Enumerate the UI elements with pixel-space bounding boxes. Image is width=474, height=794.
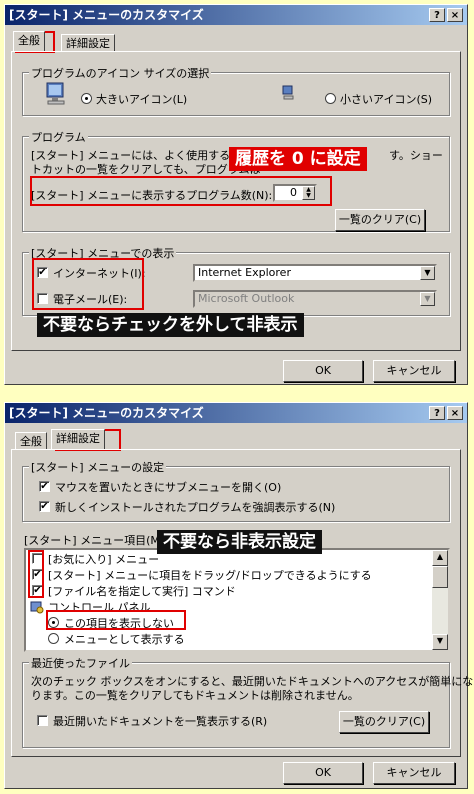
scroll-up-icon[interactable]: ▲ [432, 550, 448, 566]
list-item: [お気に入り] メニュー [48, 553, 160, 566]
show-as-menu-radio[interactable] [48, 633, 59, 644]
tab-advanced-label: 詳細設定 [66, 37, 110, 50]
callout-uncheck: 不要ならチェックを外して非表示 [37, 313, 304, 337]
dialog-top: [スタート] メニューのカスタマイズ ? × 全般 詳細設定 プログラムのアイコ… [4, 4, 468, 385]
tab-advanced-label: 詳細設定 [56, 432, 100, 445]
help-button[interactable]: ? [429, 406, 445, 420]
close-button[interactable]: × [447, 406, 463, 420]
hover-submenu-label: マウスを置いたときにサブメニューを開く(O) [55, 481, 282, 494]
ok-button[interactable]: OK [283, 762, 363, 784]
recent-group: 最近使ったファイル 次のチェック ボックスをオンにすると、最近開いたドキュメント… [22, 655, 473, 748]
chevron-down-icon[interactable]: ▼ [420, 292, 435, 306]
listbox-scrollbar[interactable]: ▲ ▼ [432, 550, 448, 650]
highlight-hide-option [46, 610, 186, 630]
settings-group-label: [スタート] メニューの設定 [29, 459, 167, 475]
highlight-checkboxes [28, 550, 44, 598]
cancel-button[interactable]: キャンセル [373, 360, 455, 382]
highlight-show-items [32, 258, 144, 310]
cancel-button[interactable]: キャンセル [373, 762, 455, 784]
small-icon [281, 85, 295, 101]
recent-docs-label: 最近開いたドキュメントを一覧表示する(R) [53, 715, 268, 728]
small-icons-label: 小さいアイコン(S) [340, 93, 433, 106]
scroll-down-icon[interactable]: ▼ [432, 634, 448, 650]
tab-general[interactable]: 全般 [13, 31, 45, 51]
callout-history: 履歴を 0 に設定 [229, 147, 367, 171]
hover-submenu-checkbox[interactable]: ✔ [39, 481, 50, 492]
highlight-new-checkbox[interactable]: ✔ [39, 501, 50, 512]
settings-group: [スタート] メニューの設定 ✔ マウスを置いたときにサブメニューを開く(O) … [22, 459, 450, 522]
items-label: [スタート] メニュー項目(M): [24, 534, 168, 547]
tab-advanced[interactable]: 詳細設定 [51, 429, 105, 449]
list-item: [スタート] メニューに項目をドラッグ/ドロップできるようにする [48, 569, 372, 582]
close-button[interactable]: × [447, 8, 463, 22]
email-select[interactable]: Microsoft Outlook ▼ [193, 290, 437, 308]
items-listbox[interactable]: [お気に入り] メニュー ✔ [スタート] メニューに項目をドラッグ/ドロップで… [24, 548, 450, 652]
chevron-down-icon[interactable]: ▼ [420, 266, 435, 280]
window-title: [スタート] メニューのカスタマイズ [9, 8, 204, 22]
programs-description-2: トカットの一覧をクリアしても、プログラムは [31, 163, 261, 176]
clear-list-button[interactable]: 一覧のクリア(C) [335, 209, 425, 231]
title-bar: [スタート] メニューのカスタマイズ ? × [5, 5, 467, 25]
callout-hide: 不要なら非表示設定 [157, 530, 322, 554]
tab-panel: プログラムのアイコン サイズの選択 大きいアイコン(L) 小さいアイコン(S) … [11, 51, 461, 351]
dialog-bottom: [スタート] メニューのカスタマイズ ? × 全般 詳細設定 [スタート] メニ… [4, 402, 473, 789]
scroll-thumb[interactable] [432, 566, 448, 588]
tab-general-label: 全般 [20, 435, 42, 448]
control-panel-icon [30, 600, 44, 614]
internet-select[interactable]: Internet Explorer ▼ [193, 264, 437, 282]
list-item: メニューとして表示する [64, 633, 185, 646]
highlight-new-label: 新しくインストールされたプログラムを強調表示する(N) [55, 501, 336, 514]
icon-size-group: プログラムのアイコン サイズの選択 大きいアイコン(L) 小さいアイコン(S) [22, 65, 450, 116]
large-icons-radio[interactable] [81, 93, 92, 104]
list-item: [ファイル名を指定して実行] コマンド [48, 585, 236, 598]
highlight-num-programs [30, 176, 332, 206]
email-select-value: Microsoft Outlook [198, 292, 295, 305]
recent-group-label: 最近使ったファイル [29, 655, 132, 671]
recent-docs-checkbox[interactable] [37, 715, 48, 726]
window-title: [スタート] メニューのカスタマイズ [9, 406, 204, 420]
tab-panel: [スタート] メニューの設定 ✔ マウスを置いたときにサブメニューを開く(O) … [11, 449, 473, 757]
internet-select-value: Internet Explorer [198, 266, 291, 279]
tab-general[interactable]: 全般 [15, 432, 47, 450]
clear-list-button[interactable]: 一覧のクリア(C) [339, 711, 429, 733]
recent-description-2: ります。この一覧をクリアしてもドキュメントは削除されません。 [31, 689, 359, 702]
title-bar: [スタート] メニューのカスタマイズ ? × [5, 403, 467, 423]
programs-description-1b: す。ショー [389, 149, 443, 162]
large-icon [43, 81, 69, 107]
tab-advanced[interactable]: 詳細設定 [61, 34, 115, 52]
large-icons-label: 大きいアイコン(L) [96, 93, 188, 106]
small-icons-radio[interactable] [325, 93, 336, 104]
tab-general-label: 全般 [18, 34, 40, 47]
programs-group-label: プログラム [29, 129, 88, 145]
help-button[interactable]: ? [429, 8, 445, 22]
ok-button[interactable]: OK [283, 360, 363, 382]
icon-size-group-label: プログラムのアイコン サイズの選択 [29, 65, 212, 81]
